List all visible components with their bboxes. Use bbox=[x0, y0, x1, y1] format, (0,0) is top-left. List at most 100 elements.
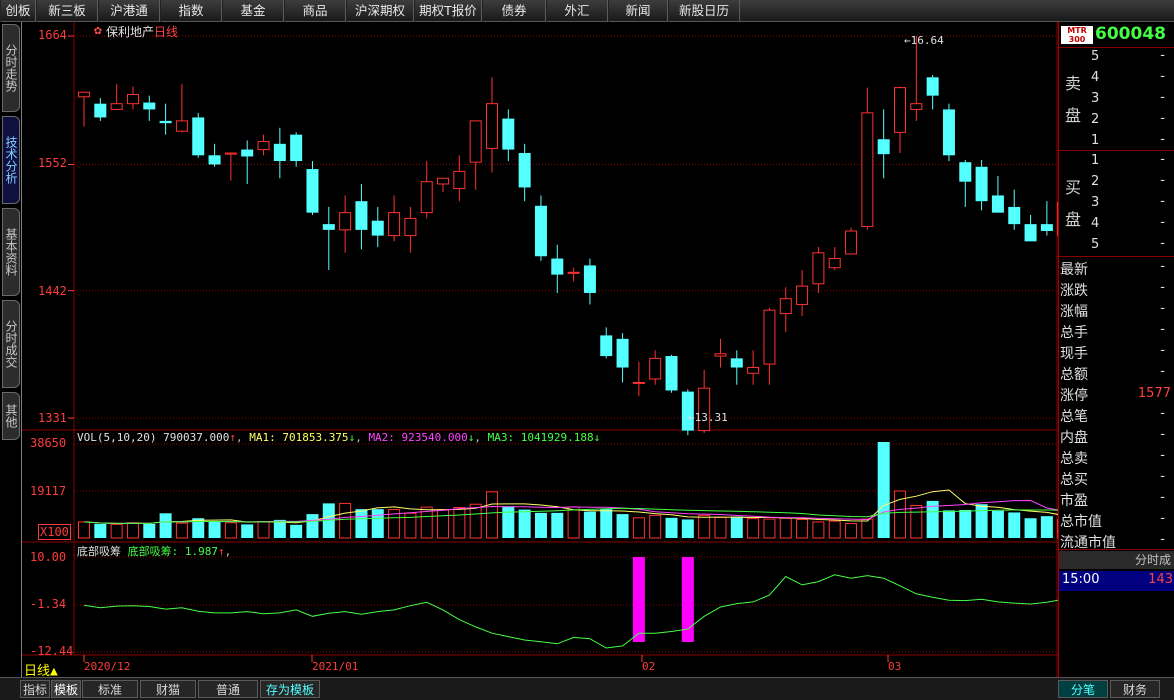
tab-standard[interactable]: 标准 bbox=[82, 680, 138, 698]
volume-bar bbox=[632, 517, 645, 539]
tab-ticks[interactable]: 分笔 bbox=[1058, 680, 1108, 698]
candle-body bbox=[208, 155, 221, 165]
menu-item[interactable]: 沪深期权 bbox=[346, 0, 414, 22]
kline-chart[interactable] bbox=[22, 22, 1058, 677]
quote-field-label: 内盘 bbox=[1060, 430, 1088, 446]
tab-intraday[interactable]: 分时走势 bbox=[2, 24, 20, 112]
sell-level: 2- bbox=[1059, 111, 1174, 131]
sell-level: 4- bbox=[1059, 69, 1174, 89]
volume-bar bbox=[894, 490, 906, 539]
high-value: 16.64 bbox=[910, 34, 944, 47]
tab-fundamentals[interactable]: 基本资料 bbox=[2, 208, 20, 296]
tab-template[interactable]: 模板 bbox=[51, 680, 81, 698]
tab-finance[interactable]: 财务 bbox=[1110, 680, 1160, 698]
save-template-button[interactable]: 存为模板 bbox=[260, 680, 320, 698]
quote-field-value: - bbox=[1160, 301, 1165, 316]
candle-body bbox=[861, 112, 874, 227]
quote-field-value: - bbox=[1160, 532, 1165, 547]
date-label: 2021/01 bbox=[312, 660, 359, 673]
volume-bar bbox=[665, 517, 678, 538]
quote-field-value: - bbox=[1160, 448, 1165, 463]
candle-body bbox=[273, 143, 286, 162]
candle-body bbox=[502, 118, 515, 150]
sell-level: 5- bbox=[1059, 48, 1174, 68]
trade-price: 143 bbox=[1148, 572, 1173, 587]
volume-bar bbox=[518, 509, 531, 538]
volume-bar bbox=[551, 512, 564, 538]
candle-body bbox=[763, 309, 776, 365]
vol-indicator-name: VOL(5,10,20) bbox=[77, 431, 157, 444]
bottom-bar: 指标 模板 标准 财猫 普通 存为模板 分笔 财务 bbox=[0, 677, 1174, 700]
menu-item[interactable]: 新股日历 bbox=[668, 0, 740, 22]
volume-bar bbox=[975, 504, 988, 538]
chart-area[interactable]: ✿ 保利地产 日线 1664 1552 1442 1331 ←16.64 ←13… bbox=[22, 22, 1058, 679]
candle-body bbox=[78, 91, 90, 98]
tab-technical-analysis[interactable]: 技术分析 bbox=[2, 116, 20, 204]
menu-item[interactable]: 外汇 bbox=[546, 0, 608, 22]
sell-level-num: 1 bbox=[1091, 133, 1100, 148]
volume-bar bbox=[453, 507, 466, 539]
candle-body bbox=[877, 139, 890, 155]
quote-field-value: - bbox=[1160, 490, 1165, 505]
settings-icon[interactable]: ✿ bbox=[94, 23, 102, 38]
buy-level-value: - bbox=[1160, 215, 1165, 230]
buy-level-value: - bbox=[1160, 173, 1165, 188]
volume-bar bbox=[991, 510, 1004, 538]
candle-body bbox=[1024, 224, 1037, 242]
menu-item[interactable]: 新三板 bbox=[36, 0, 98, 22]
menu-item[interactable]: 期权T报价 bbox=[414, 0, 482, 22]
quote-field-label: 总笔 bbox=[1060, 409, 1088, 425]
volume-bar bbox=[1008, 512, 1021, 538]
tab-intraday-trades[interactable]: 分时成交 bbox=[2, 300, 20, 388]
volume-bar bbox=[959, 509, 972, 538]
quote-field: 涨幅 - bbox=[1059, 300, 1174, 321]
sell-level-num: 4 bbox=[1091, 70, 1100, 85]
trade-row[interactable]: 15:00 143 bbox=[1059, 571, 1174, 591]
volume-bar bbox=[224, 522, 237, 539]
tab-normal[interactable]: 普通 bbox=[198, 680, 258, 698]
candle-body bbox=[126, 94, 139, 105]
sell-level-value: - bbox=[1160, 48, 1165, 63]
volume-bar bbox=[861, 518, 874, 539]
volume-bar bbox=[486, 491, 498, 539]
left-vertical-tabs: 分时走势 技术分析 基本资料 分时成交 其他 bbox=[0, 22, 22, 677]
buy-level-num: 1 bbox=[1091, 153, 1100, 168]
indicator-legend: 底部吸筹 底部吸筹: 1.987↑, bbox=[77, 545, 232, 558]
quote-field-value: - bbox=[1160, 511, 1165, 526]
quote-field-label: 总买 bbox=[1060, 472, 1088, 488]
vol-ma3: MA3: 1041929.188 bbox=[487, 431, 594, 444]
volume-bar bbox=[1024, 518, 1037, 538]
candle-body bbox=[942, 109, 955, 156]
buy-level: 3- bbox=[1059, 194, 1174, 214]
volume-bar bbox=[698, 514, 711, 539]
price-axis-label: 1442 bbox=[38, 284, 67, 298]
quote-field-value: - bbox=[1160, 406, 1165, 421]
menu-item[interactable]: 沪港通 bbox=[98, 0, 160, 22]
quote-field: 市盈 - bbox=[1059, 489, 1174, 510]
quote-field-value: - bbox=[1160, 427, 1165, 442]
menu-item[interactable]: 债券 bbox=[482, 0, 546, 22]
menu-item[interactable]: 创板 bbox=[0, 0, 36, 22]
candle-body bbox=[845, 230, 858, 255]
volume-bar bbox=[812, 521, 825, 539]
volume-bar bbox=[371, 509, 384, 538]
menu-item[interactable]: 新闻 bbox=[608, 0, 668, 22]
volume-bar bbox=[257, 521, 270, 539]
tab-indicator[interactable]: 指标 bbox=[20, 680, 50, 698]
tab-other[interactable]: 其他 bbox=[2, 392, 20, 440]
tab-caimao[interactable]: 财猫 bbox=[140, 680, 196, 698]
sell-level-num: 3 bbox=[1091, 91, 1100, 106]
sell-level-num: 2 bbox=[1091, 112, 1100, 127]
menu-item[interactable]: 指数 bbox=[160, 0, 222, 22]
volume-bar bbox=[126, 522, 139, 539]
candle-body bbox=[371, 220, 384, 236]
menu-item[interactable]: 基金 bbox=[222, 0, 284, 22]
menu-item[interactable]: 商品 bbox=[284, 0, 346, 22]
quote-field-value: - bbox=[1160, 280, 1165, 295]
volume-bar bbox=[616, 514, 629, 538]
candle-body bbox=[257, 141, 270, 151]
quote-field-label: 总额 bbox=[1060, 367, 1088, 383]
volume-bar bbox=[110, 523, 123, 539]
candle-body bbox=[991, 195, 1004, 213]
quote-field: 最新 - bbox=[1059, 258, 1174, 279]
